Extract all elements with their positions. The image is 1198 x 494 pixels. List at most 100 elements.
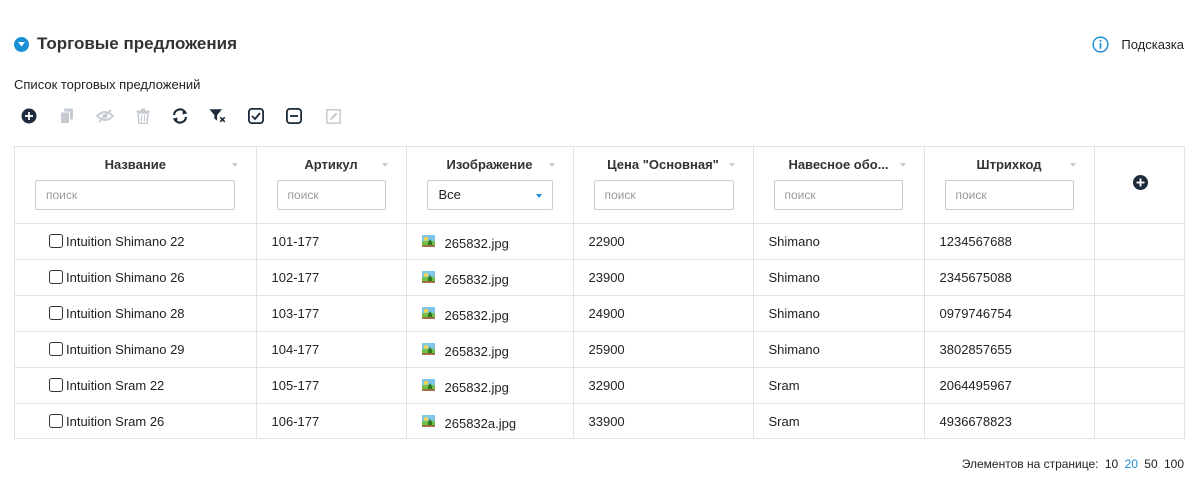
row-checkbox[interactable]	[49, 341, 63, 356]
cell-name-text: Intuition Sram 22	[66, 377, 165, 393]
image-file-link[interactable]: 265832.jpg	[445, 344, 509, 359]
hint-link[interactable]: Подсказка	[1092, 36, 1184, 53]
offers-table: Название Артикул Изображение Все	[14, 146, 1186, 439]
table-row[interactable]: Intuition Shimano 29 104-177 265832.jpg 259…	[15, 331, 1186, 368]
refresh-button[interactable]	[171, 107, 189, 125]
cell-sku: 104-177	[256, 331, 407, 368]
column-title[interactable]: Навесное обо...	[754, 157, 924, 172]
cell-name-text: Intuition Shimano 28	[66, 305, 185, 321]
clear-filter-button[interactable]	[209, 107, 227, 125]
sort-icon[interactable]	[381, 163, 388, 167]
cell-price: 32900	[573, 367, 754, 404]
cell-barcode: 2345675088	[924, 259, 1095, 296]
page-size-option[interactable]: 50	[1144, 457, 1157, 471]
sku-filter-input[interactable]	[276, 180, 386, 210]
row-checkbox[interactable]	[49, 269, 63, 284]
image-filter-select[interactable]: Все	[426, 180, 553, 210]
cell-price: 24900	[573, 295, 754, 332]
row-checkbox[interactable]	[49, 377, 63, 392]
column-title[interactable]: Название	[15, 157, 256, 172]
page-size-option[interactable]: 10	[1105, 457, 1118, 471]
price-filter-input[interactable]	[593, 180, 734, 210]
page-size-option-active[interactable]: 20	[1125, 457, 1138, 471]
image-file-icon	[421, 270, 435, 283]
image-file-link[interactable]: 265832.jpg	[445, 236, 509, 251]
cell-image: 265832.jpg	[406, 223, 574, 260]
cell-name: Intuition Sram 22	[15, 367, 257, 404]
sort-icon[interactable]	[899, 163, 906, 167]
edit-icon	[325, 108, 341, 124]
row-checkbox[interactable]	[49, 233, 63, 248]
image-file-link[interactable]: 265832.jpg	[445, 272, 509, 287]
cell-sku: 103-177	[256, 295, 407, 332]
deselect-icon	[286, 108, 302, 124]
section-header: Торговые предложения	[14, 34, 237, 54]
image-file-icon	[421, 378, 435, 391]
image-file-link[interactable]: 265832a.jpg	[445, 416, 517, 431]
cell-price: 25900	[573, 331, 754, 368]
sort-icon[interactable]	[728, 163, 735, 167]
row-checkbox[interactable]	[49, 413, 63, 428]
cell-name-text: Intuition Shimano 26	[66, 269, 185, 285]
column-header-price: Цена "Основная"	[573, 147, 754, 224]
sort-icon[interactable]	[548, 163, 555, 167]
add-column-button[interactable]	[1133, 175, 1149, 190]
column-header-equipment: Навесное обо...	[753, 147, 925, 224]
select-all-button[interactable]	[247, 107, 265, 125]
sort-icon[interactable]	[1069, 163, 1076, 167]
copy-button[interactable]	[58, 107, 76, 125]
cell-name: Intuition Shimano 26	[15, 259, 257, 296]
row-checkbox[interactable]	[49, 305, 63, 320]
copy-icon	[60, 108, 73, 124]
cell-image: 265832.jpg	[406, 367, 574, 404]
image-file-link[interactable]: 265832.jpg	[445, 308, 509, 323]
image-file-icon	[421, 306, 435, 319]
edit-button[interactable]	[324, 107, 342, 125]
add-button[interactable]	[20, 107, 38, 125]
collapse-toggle-icon[interactable]	[14, 36, 29, 52]
deselect-button[interactable]	[285, 107, 303, 125]
trash-icon	[136, 108, 150, 124]
cell-empty	[1094, 367, 1186, 404]
cell-image: 265832.jpg	[406, 259, 574, 296]
column-title[interactable]: Цена "Основная"	[574, 157, 753, 172]
cell-empty	[1094, 403, 1186, 439]
table-row[interactable]: Intuition Shimano 28 103-177 265832.jpg 249…	[15, 295, 1186, 332]
table-row[interactable]: Intuition Sram 26 106-177 265832a.jpg 33900…	[15, 403, 1186, 439]
clear-filter-icon	[209, 109, 226, 123]
image-file-icon	[421, 342, 435, 355]
barcode-filter-input[interactable]	[944, 180, 1074, 210]
column-header-image: Изображение Все	[406, 147, 574, 224]
cell-image: 265832a.jpg	[406, 403, 574, 439]
cell-barcode: 1234567688	[924, 223, 1095, 260]
cell-sku: 106-177	[256, 403, 407, 439]
cell-barcode: 2064495967	[924, 367, 1095, 404]
cell-sku: 105-177	[256, 367, 407, 404]
info-icon	[1092, 36, 1109, 53]
cell-name: Intuition Shimano 28	[15, 295, 257, 332]
delete-button[interactable]	[134, 107, 152, 125]
cell-equipment: Shimano	[753, 223, 925, 260]
page-size-option[interactable]: 100	[1164, 457, 1184, 471]
table-row[interactable]: Intuition Shimano 22 101-177 265832.jpg 229…	[15, 223, 1186, 260]
chevron-down-icon	[535, 194, 542, 198]
plus-icon	[1136, 178, 1145, 187]
cell-empty	[1094, 295, 1186, 332]
column-title[interactable]: Штрихкод	[925, 157, 1094, 172]
cell-price: 23900	[573, 259, 754, 296]
name-filter-input[interactable]	[35, 180, 235, 210]
refresh-icon	[172, 108, 188, 124]
equipment-filter-input[interactable]	[773, 180, 903, 210]
cell-image: 265832.jpg	[406, 331, 574, 368]
cell-price: 22900	[573, 223, 754, 260]
cell-image: 265832.jpg	[406, 295, 574, 332]
cell-name-text: Intuition Shimano 29	[66, 341, 185, 357]
sort-icon[interactable]	[231, 163, 238, 167]
table-row[interactable]: Intuition Shimano 26 102-177 265832.jpg 239…	[15, 259, 1186, 296]
cell-name: Intuition Shimano 22	[15, 223, 257, 260]
add-circle-icon	[21, 108, 37, 124]
table-row[interactable]: Intuition Sram 22 105-177 265832.jpg 32900 S…	[15, 367, 1186, 404]
image-file-link[interactable]: 265832.jpg	[445, 380, 509, 395]
hide-button[interactable]	[96, 107, 114, 125]
column-header-name: Название	[15, 147, 257, 224]
